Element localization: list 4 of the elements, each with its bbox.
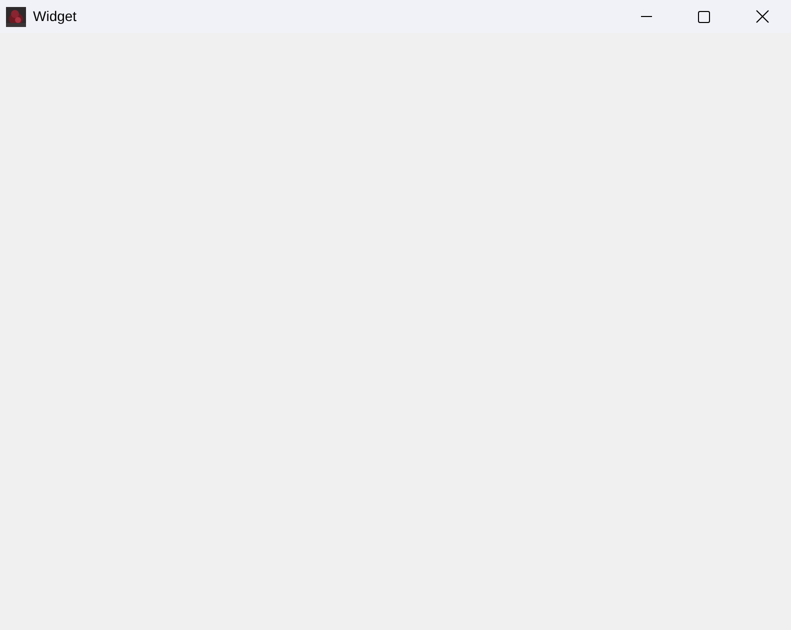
window-title: Widget xyxy=(33,7,77,26)
maximize-icon xyxy=(698,10,710,22)
close-icon xyxy=(756,10,768,23)
minimize-icon xyxy=(640,16,652,17)
